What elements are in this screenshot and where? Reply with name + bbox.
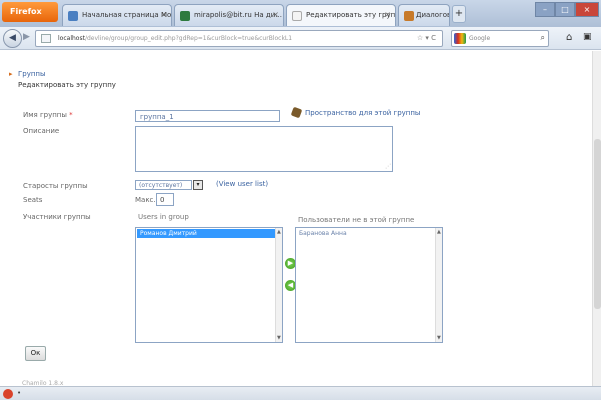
- bookmarks-icon[interactable]: ▣: [583, 32, 592, 42]
- group-name-label: Имя группы *: [23, 111, 73, 119]
- close-icon[interactable]: ×: [272, 10, 279, 19]
- page-scrollbar[interactable]: [592, 51, 601, 386]
- list-item[interactable]: Баранова Анна: [299, 230, 347, 237]
- page-title: Редактировать эту группу: [18, 81, 116, 89]
- search-icon[interactable]: ⌕: [541, 33, 545, 43]
- google-icon[interactable]: [454, 33, 466, 44]
- forward-arrow-icon[interactable]: ▶: [23, 32, 30, 42]
- new-tab-button[interactable]: +: [452, 5, 466, 23]
- users-in-group-label: Users in group: [138, 213, 189, 221]
- tab-label: Редактировать эту групп...: [306, 11, 396, 19]
- tab-label: mirapolis@bit.ru На ди...: [194, 11, 282, 19]
- max-seats-input[interactable]: 0: [156, 193, 174, 206]
- chevron-down-icon[interactable]: ▾: [193, 180, 203, 190]
- ok-button[interactable]: Ок: [25, 346, 46, 361]
- required-mark: *: [69, 111, 73, 119]
- status-bar: •: [0, 386, 601, 400]
- navigation-bar: ◀ ▶ localhost/devline/group/group_edit.p…: [0, 27, 601, 50]
- scrollbar[interactable]: ▲ ▼: [275, 228, 282, 342]
- group-space-link[interactable]: Пространство для этой группы: [305, 109, 420, 117]
- reload-icon[interactable]: ☆ ▾ C: [417, 34, 436, 42]
- minimize-button[interactable]: –: [535, 2, 555, 17]
- tab-label: Диалоговое окно: [416, 11, 449, 19]
- view-user-list-link[interactable]: (View user list): [216, 180, 268, 188]
- moderator-label: Старосты группы: [23, 182, 88, 190]
- group-name-input[interactable]: группа_1: [135, 110, 280, 122]
- description-label: Описание: [23, 127, 60, 135]
- scrollbar-thumb[interactable]: [594, 139, 601, 309]
- maximize-button[interactable]: □: [555, 2, 575, 17]
- close-icon[interactable]: ×: [384, 10, 391, 19]
- page-icon: [68, 11, 78, 21]
- tab-label: Начальная страница Mo...: [82, 11, 172, 19]
- tab-strip: Firefox Начальная страница Mo... × mirap…: [0, 0, 601, 27]
- home-icon[interactable]: ⌂: [566, 32, 572, 43]
- users-in-group-list[interactable]: Романов Дмитрий ▲ ▼: [135, 227, 283, 343]
- tab-start-page[interactable]: Начальная страница Mo... ×: [62, 4, 172, 26]
- scrollbar[interactable]: ▲ ▼: [435, 228, 442, 342]
- firefox-menu-button[interactable]: Firefox: [2, 2, 58, 22]
- list-item[interactable]: Романов Дмитрий: [137, 229, 275, 238]
- not-in-group-list[interactable]: Баранова Анна ▲ ▼: [295, 227, 443, 343]
- search-box[interactable]: Google ⌕: [451, 30, 549, 47]
- url-path: /devline/group/group_edit.php?gdRep=1&cu…: [84, 35, 293, 42]
- breadcrumb-arrow-icon: ▸: [9, 70, 13, 78]
- address-bar[interactable]: localhost/devline/group/group_edit.php?g…: [35, 30, 443, 47]
- moderator-select[interactable]: (отсутствует): [135, 180, 192, 190]
- tab-dialog[interactable]: Диалоговое окно: [398, 4, 450, 26]
- tab-edit-group[interactable]: Редактировать эту групп... ×: [286, 4, 396, 26]
- addon-icon[interactable]: [3, 389, 13, 399]
- site-identity-icon[interactable]: [41, 34, 51, 43]
- url-host: localhost: [58, 35, 85, 42]
- status-text: •: [17, 389, 22, 397]
- resize-grip-icon[interactable]: ⋰: [385, 164, 391, 170]
- tab-mail[interactable]: mirapolis@bit.ru На ди... ×: [174, 4, 284, 26]
- back-arrow-icon[interactable]: ◀: [3, 29, 22, 48]
- breadcrumb-groups-link[interactable]: Группы: [18, 70, 46, 78]
- close-icon[interactable]: ×: [160, 10, 167, 19]
- not-in-group-label: Пользователи не в этой группе: [298, 216, 415, 224]
- search-engine-name: Google: [469, 35, 491, 42]
- max-label: Макс.: [135, 196, 156, 204]
- seats-label: Seats: [23, 196, 43, 204]
- page-icon: [404, 11, 414, 21]
- members-label: Участники группы: [23, 213, 91, 221]
- page-icon: [292, 11, 302, 21]
- description-textarea[interactable]: ⋰: [135, 126, 393, 172]
- mail-icon: [180, 11, 190, 21]
- close-window-button[interactable]: ×: [575, 2, 599, 17]
